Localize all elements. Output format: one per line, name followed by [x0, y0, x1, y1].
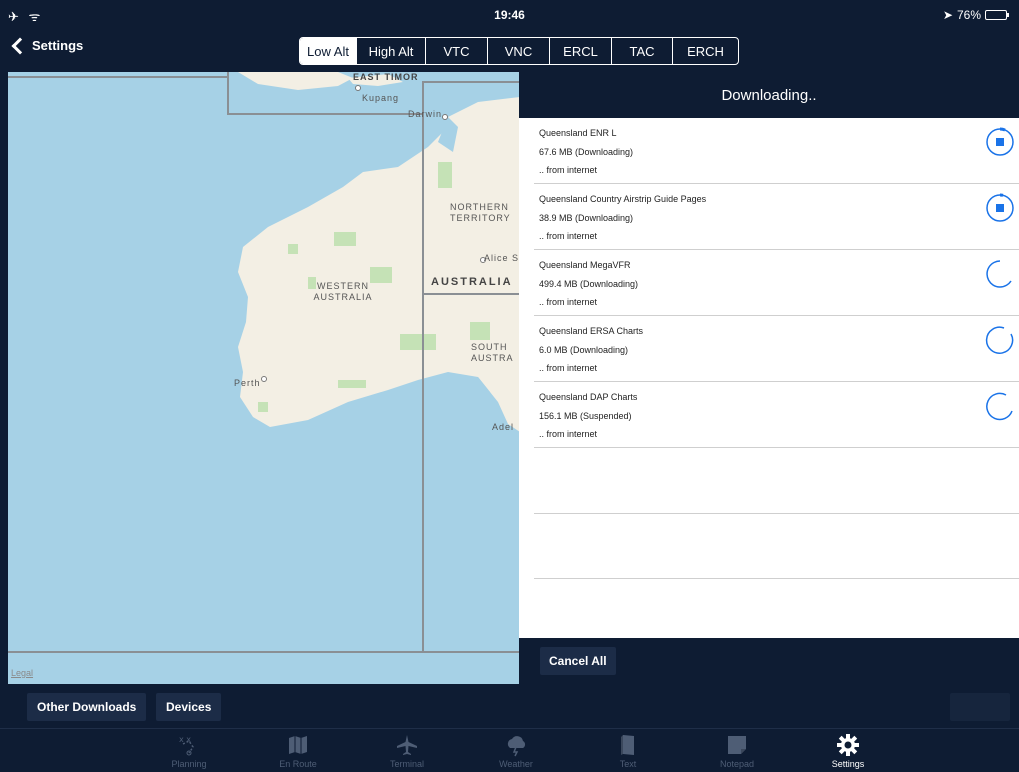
battery-status: ➤ 76%: [942, 8, 1009, 22]
map-label-adelaide: Adel: [492, 422, 515, 432]
planning-icon: x x: [179, 735, 194, 756]
status-bar: ✈ ᯤ 19:46 ➤ 76%: [0, 0, 1019, 30]
waiting-spinner-icon[interactable]: [985, 325, 1015, 355]
gear-icon: [837, 734, 859, 756]
chart-type-segmented-control: Low Alt High Alt VTC VNC ERCL TAC ERCH: [299, 37, 739, 65]
download-source: .. from internet: [539, 165, 598, 175]
airplane-icon: [397, 735, 417, 755]
tab-label: Planning: [171, 759, 207, 769]
tab-notepad[interactable]: Notepad: [697, 731, 777, 772]
map-icon: [289, 736, 307, 754]
download-source: .. from internet: [539, 363, 598, 373]
download-name: Queensland MegaVFR: [539, 260, 631, 270]
bottom-toolbar: Other Downloads Devices: [0, 684, 1019, 728]
tab-label: Settings: [831, 759, 865, 769]
download-size: 67.6 MB (Downloading): [539, 147, 634, 157]
tab-label: Weather: [499, 759, 533, 769]
tab-planning[interactable]: x x Planning: [149, 731, 229, 772]
panel-header: Downloading..: [519, 72, 1019, 118]
devices-button[interactable]: Devices: [156, 693, 222, 721]
download-name: Queensland ERSA Charts: [539, 326, 644, 336]
other-downloads-button[interactable]: Other Downloads: [27, 693, 147, 721]
download-source: .. from internet: [539, 297, 598, 307]
map-label-east-timor: EAST TIMOR: [353, 72, 419, 82]
map-label-western-australia: WESTERN AUSTRALIA: [313, 281, 373, 302]
tab-erch[interactable]: ERCH: [672, 38, 738, 64]
cancel-all-button[interactable]: Cancel All: [540, 647, 616, 675]
tab-tac[interactable]: TAC: [611, 38, 672, 64]
tab-label: En Route: [279, 759, 317, 769]
chevron-left-icon: [11, 37, 29, 54]
map-label-darwin: Darwin: [408, 109, 443, 119]
map-label-northern-territory: NORTHERN TERRITORY: [450, 202, 511, 223]
battery-icon: [985, 10, 1009, 20]
disabled-action-button: [950, 693, 1010, 721]
tab-text[interactable]: Text: [588, 731, 668, 772]
tab-vtc[interactable]: VTC: [425, 38, 487, 64]
tab-label: Notepad: [719, 759, 755, 769]
download-size: 6.0 MB (Downloading): [539, 345, 629, 355]
tab-weather[interactable]: Weather: [476, 731, 556, 772]
book-icon: [621, 735, 634, 755]
download-source: .. from internet: [539, 429, 598, 439]
tab-label: Terminal: [389, 759, 424, 769]
tab-high-alt[interactable]: High Alt: [356, 38, 425, 64]
download-item: Queensland ERSA Charts 6.0 MB (Downloadi…: [534, 316, 1019, 382]
tab-terminal[interactable]: Terminal: [367, 731, 447, 772]
panel-footer: Cancel All: [519, 638, 1019, 684]
map-label-australia: AUSTRALIA: [431, 276, 513, 288]
download-name: Queensland Country Airstrip Guide Pages: [539, 194, 707, 204]
tab-ercl[interactable]: ERCL: [549, 38, 611, 64]
nav-bar: Settings Low Alt High Alt VTC VNC ERCL T…: [0, 30, 1019, 72]
divider: [534, 513, 1019, 514]
battery-percent: 76%: [956, 8, 981, 22]
map-label-south-australia: SOUTH AUSTRA: [471, 342, 514, 363]
map-label-perth: Perth: [234, 378, 261, 388]
divider: [534, 578, 1019, 579]
tab-vnc[interactable]: VNC: [487, 38, 549, 64]
download-item: Queensland MegaVFR 499.4 MB (Downloading…: [534, 250, 1019, 316]
back-label: Settings: [32, 38, 84, 53]
map-label-kupang: Kupang: [362, 93, 400, 103]
tab-en-route[interactable]: En Route: [258, 731, 338, 772]
downloads-panel: Downloading.. Queensland ENR L 67.6 MB (…: [519, 72, 1019, 684]
download-size: 499.4 MB (Downloading): [539, 279, 639, 289]
stop-download-icon[interactable]: [985, 127, 1015, 157]
download-source: .. from internet: [539, 231, 598, 241]
download-item: Queensland DAP Charts 156.1 MB (Suspende…: [534, 382, 1019, 448]
stop-download-icon[interactable]: [985, 193, 1015, 223]
weather-icon: [507, 736, 526, 757]
main-tab-bar: x x Planning En Route Terminal Weather T…: [0, 728, 1019, 772]
download-item: Queensland Country Airstrip Guide Pages …: [534, 184, 1019, 250]
clock: 19:46: [494, 8, 525, 22]
tab-low-alt[interactable]: Low Alt: [300, 38, 356, 64]
waiting-spinner-icon[interactable]: [985, 391, 1015, 421]
download-size: 38.9 MB (Downloading): [539, 213, 634, 223]
download-item: Queensland ENR L 67.6 MB (Downloading) .…: [534, 118, 1019, 184]
location-icon: ➤: [942, 8, 953, 22]
tab-label: Text: [619, 759, 637, 769]
australia-map: [8, 72, 520, 653]
tab-settings[interactable]: Settings: [808, 731, 888, 772]
download-name: Queensland DAP Charts: [539, 392, 638, 402]
legal-link[interactable]: Legal: [11, 668, 33, 678]
notepad-icon: [728, 736, 746, 754]
download-size: 156.1 MB (Suspended): [539, 411, 632, 421]
map-label-alice-springs: Alice S: [484, 253, 520, 263]
panel-title: Downloading..: [721, 86, 817, 104]
map-view[interactable]: EAST TIMOR Kupang Darwin NORTHERN TERRIT…: [8, 72, 520, 684]
back-button[interactable]: Settings: [10, 37, 84, 54]
waiting-spinner-icon[interactable]: [985, 259, 1015, 289]
download-name: Queensland ENR L: [539, 128, 617, 138]
